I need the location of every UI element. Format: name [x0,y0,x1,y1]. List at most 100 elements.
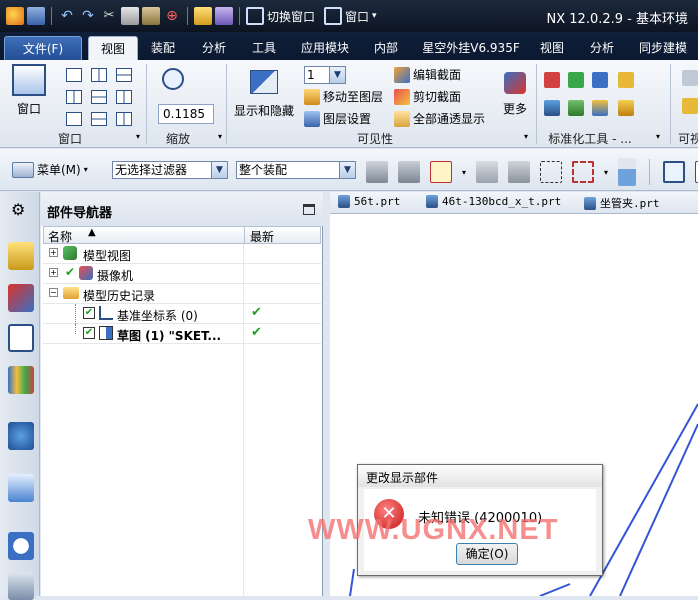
menu-icon [12,161,34,178]
chevron-down-icon[interactable]: ▾ [462,168,466,177]
three-view-icon[interactable] [91,90,107,104]
zoom-field[interactable]: 0.1185 [158,104,214,124]
layer-select[interactable]: 1 ▼ [304,66,346,84]
tree-row-camera[interactable]: + ✔ 摄像机 [43,264,321,284]
save-icon[interactable] [27,7,45,25]
model-views-icon [63,246,77,260]
two-view-icon[interactable] [91,68,107,82]
all-transparent-button[interactable]: 全部通透显示 [394,110,485,127]
tab-assembly[interactable]: 装配 [141,36,185,60]
tree-row-sketch[interactable]: ✔ 草图 (1) "SKET... ✔ [43,324,321,344]
redo-icon[interactable]: ↷ [79,7,97,25]
column-name[interactable]: 名称 [48,228,72,245]
eraser-icon[interactable] [215,7,233,25]
assembly-select-icon[interactable] [366,161,388,183]
tool-yellow-icon[interactable] [618,72,634,88]
checkbox-checked[interactable]: ✔ [83,307,95,319]
horizontal-view-icon[interactable] [116,68,132,82]
window-button[interactable]: 窗口 [12,64,52,124]
tool-cube-icon[interactable] [544,100,560,116]
zoom-options-icon[interactable]: ▾ [218,132,222,141]
layout-a-icon[interactable] [66,112,82,126]
window-icon[interactable] [324,7,343,25]
tab-analysis[interactable]: 分析 [192,36,236,60]
four-view-icon[interactable] [66,90,82,104]
switch-window-icon[interactable] [246,7,264,25]
link-tool-icon[interactable] [476,161,499,183]
open-folder-icon[interactable] [194,7,212,25]
cube-select-icon[interactable] [540,161,563,183]
undo-icon[interactable]: ↶ [58,7,76,25]
collapse-icon[interactable]: − [49,288,58,297]
zoom-fit-icon[interactable] [663,161,686,183]
zoom-icon[interactable] [162,68,184,90]
layer-settings-button[interactable]: 图层设置 [304,110,371,127]
tool-assembly-icon[interactable] [618,100,634,116]
edit-section-button[interactable]: 编辑截面 [394,66,461,83]
joint-tool-icon[interactable] [508,161,531,183]
tool-red-icon[interactable] [544,72,560,88]
tool-extra-icon[interactable] [682,70,698,86]
tool-extra-2-icon[interactable] [682,98,698,114]
tree-row-datum-csys[interactable]: ✔ 基准坐标系 (0) ✔ [43,304,321,324]
selection-filter-select[interactable]: 无选择过滤器 ▼ [112,161,228,179]
file-tab-56t[interactable]: 56t.prt [338,195,400,208]
tab-sync-modeling[interactable]: 同步建模 [632,36,694,60]
constraint-navigator-icon[interactable] [8,284,34,312]
box-select-icon[interactable] [572,161,595,183]
filter-active-icon[interactable] [430,161,452,183]
menu-button[interactable]: 菜单(M) ▾ [12,161,88,178]
window-menu-label[interactable]: 窗口 [345,8,369,25]
gear-icon[interactable]: ⚙ [11,200,25,219]
grid-view-icon[interactable] [116,90,132,104]
tree-row-model-history[interactable]: − 模型历史记录 [43,284,321,304]
tab-tools[interactable]: 工具 [242,36,286,60]
tab-internal[interactable]: 内部 [364,36,408,60]
info-icon[interactable] [8,422,34,450]
switch-window-label[interactable]: 切换窗口 [267,8,315,25]
layout-b-icon[interactable] [91,112,107,126]
web-browser-icon[interactable] [8,474,34,502]
part-navigator-icon[interactable] [8,324,34,352]
cut-icon[interactable]: ✂ [100,7,118,25]
maximize-icon[interactable] [303,204,315,215]
layout-c-icon[interactable] [116,112,132,126]
tab-application[interactable]: 应用模块 [294,36,356,60]
dialog-title: 更改显示部件 [358,465,602,487]
assembly-navigator-icon[interactable] [8,242,34,270]
file-tab-seat-clamp[interactable]: 坐管夹.prt [584,195,660,211]
copy-icon[interactable] [121,7,139,25]
more-button[interactable]: 更多 [498,68,532,126]
paste-icon[interactable] [142,7,160,25]
file-tab-46t[interactable]: 46t-130bcd_x_t.prt [426,195,561,208]
expand-icon[interactable]: + [49,248,58,257]
tab-analysis-2[interactable]: 分析 [580,36,624,60]
single-view-icon[interactable] [66,68,82,82]
std-tools-options-icon[interactable]: ▾ [656,132,660,141]
tool-part-icon[interactable] [592,100,608,116]
tool-gear-icon[interactable] [568,100,584,116]
tab-file[interactable]: 文件(F) [4,36,82,60]
clip-section-button[interactable]: 剪切截面 [394,88,461,105]
tab-plugin[interactable]: 星空外挂V6.935F [416,36,526,60]
snap-tool-icon[interactable] [398,161,420,183]
visibility-options-icon[interactable]: ▾ [524,132,528,141]
assembly-scope-select[interactable]: 整个装配 ▼ [236,161,356,179]
expand-icon[interactable]: + [49,268,58,277]
tab-view-2[interactable]: 视图 [530,36,574,60]
checkbox-checked[interactable]: ✔ [83,327,95,339]
shaded-cube-icon[interactable] [618,158,637,186]
move-to-layer-button[interactable]: 移动至图层 [304,88,383,105]
history-icon[interactable] [8,532,34,560]
chevron-down-icon[interactable]: ▾ [604,168,608,177]
tree-row-model-views[interactable]: + 模型视图 [43,244,321,264]
show-hide-button[interactable]: 显示和隐藏 [232,66,296,126]
tool-blue-icon[interactable] [592,72,608,88]
tab-view[interactable]: 视图 [88,36,138,60]
column-latest[interactable]: 最新 [250,228,274,245]
chevron-down-icon[interactable]: ▾ [372,11,377,21]
reuse-library-icon[interactable] [8,366,34,394]
group-options-icon[interactable]: ▾ [136,132,140,141]
tool-green-icon[interactable] [568,72,584,88]
snap-icon[interactable]: ⊕ [163,7,181,25]
